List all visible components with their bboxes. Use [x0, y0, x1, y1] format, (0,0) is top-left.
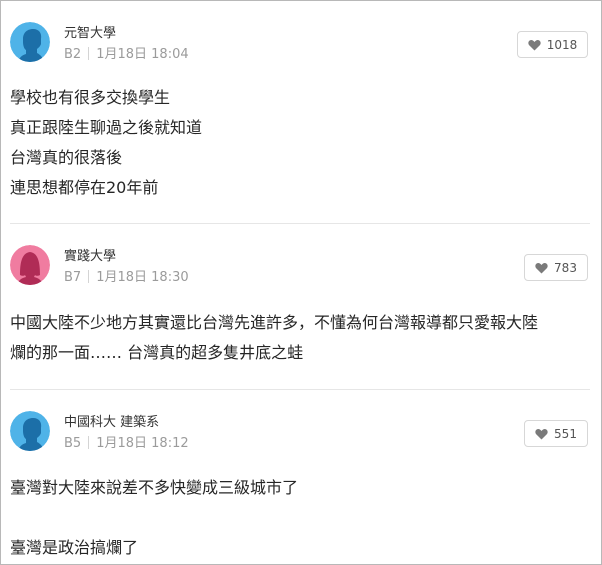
- post-time: 1月18日 18:04: [96, 47, 189, 62]
- like-button[interactable]: 1018: [517, 31, 588, 58]
- comment-line: 真正跟陸生聊過之後就知道: [10, 118, 203, 137]
- like-count: 551: [554, 426, 577, 441]
- heart-icon: [528, 39, 541, 50]
- comment-line: 爛的那一面…… 台灣真的超多隻井底之蛙: [10, 343, 304, 362]
- meta-divider: [88, 270, 90, 283]
- comment-content: 臺灣對大陸來說差不多快變成三級城市了 臺灣是政治搞爛了: [10, 473, 590, 563]
- meta-divider: [88, 436, 90, 449]
- comment-feed: 元智大學 B2 1月18日 18:04 1018 學校也有很多交換學生 真正跟陸生…: [0, 0, 602, 565]
- like-count: 783: [554, 260, 577, 275]
- male-avatar-icon[interactable]: [10, 22, 50, 62]
- comment-line: [10, 503, 590, 533]
- comment-line: 臺灣對大陸來說差不多快變成三級城市了: [10, 478, 299, 497]
- post-meta: B7 1月18日 18:30: [64, 266, 189, 285]
- male-avatar-icon[interactable]: [10, 411, 50, 451]
- comment-line: 學校也有很多交換學生: [10, 88, 171, 107]
- heart-icon: [535, 262, 548, 273]
- floor-number: B5: [64, 436, 82, 451]
- comment-item: 元智大學 B2 1月18日 18:04 1018 學校也有很多交換學生 真正跟陸生…: [1, 1, 601, 223]
- comment-line: 連思想都停在20年前: [10, 178, 159, 197]
- comment-item: 中國科大 建築系 B5 1月18日 18:12 551 臺灣對大陸來說差不多快變成…: [1, 390, 601, 564]
- comment-item: 實踐大學 B7 1月18日 18:30 783 中國大陸不少地方其實還比台灣先進許…: [1, 224, 601, 389]
- post-time: 1月18日 18:12: [96, 436, 189, 451]
- like-button[interactable]: 551: [524, 420, 588, 447]
- comment-line: 台灣真的很落後: [10, 148, 123, 167]
- comment-line: 臺灣是政治搞爛了: [10, 538, 139, 557]
- school-name[interactable]: 中國科大 建築系: [64, 411, 159, 430]
- comment-content: 中國大陸不少地方其實還比台灣先進許多，不懂為何台灣報導都只愛報大陸 爛的那一面……: [10, 308, 590, 368]
- comment-content: 學校也有很多交換學生 真正跟陸生聊過之後就知道 台灣真的很落後 連思想都停在20…: [10, 83, 590, 203]
- school-name[interactable]: 實踐大學: [64, 245, 116, 264]
- post-meta: B5 1月18日 18:12: [64, 432, 189, 451]
- like-button[interactable]: 783: [524, 254, 588, 281]
- meta-divider: [88, 47, 90, 60]
- like-count: 1018: [546, 37, 578, 52]
- female-avatar-icon[interactable]: [10, 245, 50, 285]
- comment-line: 中國大陸不少地方其實還比台灣先進許多，不懂為何台灣報導都只愛報大陸: [10, 313, 539, 332]
- school-name[interactable]: 元智大學: [64, 22, 116, 41]
- post-time: 1月18日 18:30: [96, 270, 189, 285]
- heart-icon: [535, 428, 548, 439]
- floor-number: B7: [64, 270, 82, 285]
- post-meta: B2 1月18日 18:04: [64, 43, 189, 62]
- floor-number: B2: [64, 47, 82, 62]
